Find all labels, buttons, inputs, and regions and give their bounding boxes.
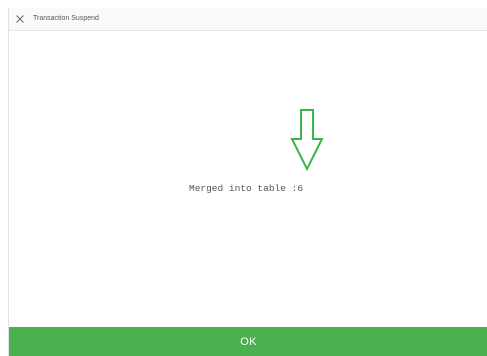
dialog-title-bar: Transaction Suspend xyxy=(9,8,487,31)
close-button[interactable] xyxy=(12,11,28,27)
close-icon xyxy=(16,15,24,23)
ok-button[interactable]: OK xyxy=(9,327,487,356)
dialog-title: Transaction Suspend xyxy=(33,15,99,22)
down-arrow-icon xyxy=(290,109,324,171)
transaction-suspend-dialog: Transaction Suspend Merged into table :6… xyxy=(8,8,487,356)
merge-message: Merged into table :6 xyxy=(189,183,304,194)
